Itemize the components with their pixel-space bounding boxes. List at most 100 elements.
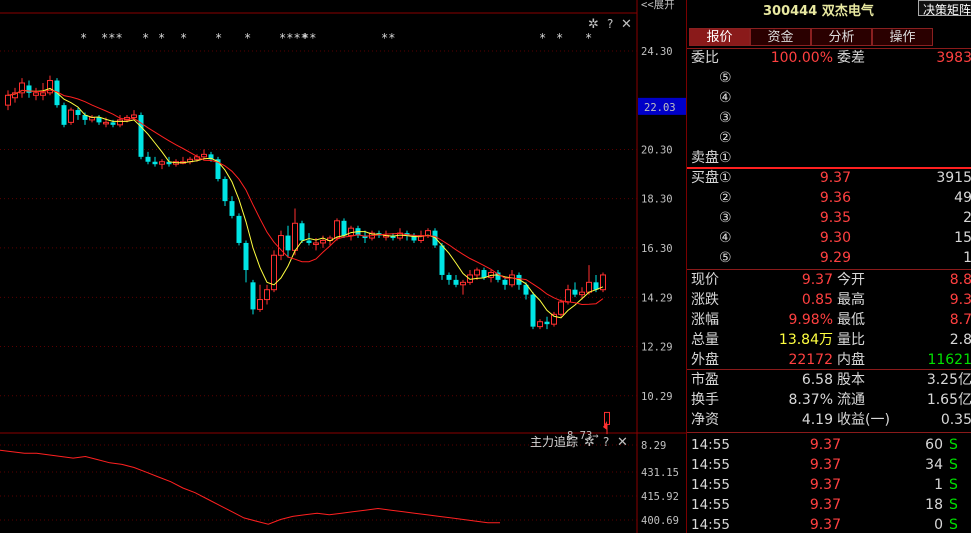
candle-body [537,321,543,328]
star-mark: * [180,31,187,45]
buy-volume: 15 [954,230,971,246]
y-tick-label: 24.30 [641,46,673,58]
quote-label-2: 最低 [837,312,865,328]
kline-chart[interactable]: 24.30 22.03 20.30 18.30 16.30 14.29 12.29 10.29… [0,0,686,533]
tab-analysis[interactable]: 分析 [811,28,872,46]
tab-operate[interactable]: 操作 [872,28,933,46]
tick-time: 14:55 [691,457,730,473]
tick-price: 9.37 [809,457,841,473]
buy-label: 买盘 [691,170,719,186]
sell-level-3: ③ [719,110,732,126]
candle-body [222,178,228,202]
stock-code: 300444 [763,4,818,19]
stock-name: 双杰电气 [821,4,874,19]
tick-volume: 18 [925,497,943,513]
candle-body [467,274,473,283]
fund-label: 换手 [691,392,719,408]
sell-level-5: ⑤ [719,70,732,86]
candle-body [243,242,249,271]
buy-volume: 3915 [936,170,971,186]
candle-body [292,222,298,251]
tick-time: 14:55 [691,437,730,453]
panel-tabs: 报价 资金 分析 操作 [689,28,933,46]
buy-level-5: ⑤ [719,250,732,266]
buy-volume: 2 [887,208,971,228]
decision-matrix-button[interactable]: 决策矩阵 [918,0,971,17]
buy-price: 9.37 [819,170,851,186]
buy-price: 9.36 [819,190,851,206]
tick-price: 9.37 [809,477,841,493]
tick-volume: 60 [925,437,943,453]
tick-side: S [949,497,958,513]
quote-label: 总量 [691,332,719,348]
y-tick-label: 20.30 [641,144,673,156]
quote-panel: 300444 双杰电气 决策矩阵 报价 资金 分析 操作 委比 100.00% 委差… [686,0,971,533]
candle-body [558,301,564,315]
candle-body [26,85,32,93]
tick-price: 9.37 [809,517,841,533]
candle-body [201,153,207,158]
quote-label: 外盘 [691,352,719,368]
tick-side: S [949,477,958,493]
candle-body [33,92,39,96]
fund-label-2: 流通 [837,392,865,408]
candle-body [117,119,123,126]
candle-body [460,281,466,286]
indicator-y-tick: 400.69 [641,515,679,527]
candle-body [229,201,235,216]
candle-body [96,117,102,123]
tick-side: S [949,437,958,453]
tick-time: 14:55 [691,497,730,513]
buy-price: 9.30 [819,230,851,246]
candle-body [306,240,312,243]
candle-body [145,156,151,162]
indicator-y-tick: 431.15 [641,467,679,479]
indicator-gear-icon[interactable]: ✲ [584,435,595,450]
star-mark: * [158,31,165,45]
y-tick-label: 18.30 [641,194,673,206]
close-icon[interactable]: ✕ [621,17,632,32]
fund-value: 6.58 [801,372,833,388]
quote-value: 9.98% [788,312,833,328]
tick-volume: 1 [934,477,943,493]
candle-body [131,114,137,118]
candle-body [299,223,305,241]
star-mark: * [142,31,149,45]
stock-title: 300444 双杰电气 [763,0,874,19]
quote-label-2: 内盘 [837,352,865,368]
star-mark: * [80,31,87,45]
quote-label-2: 最高 [837,292,865,308]
fund-label: 市盈 [691,372,719,388]
candle-body [572,289,578,295]
y-tick-label: 16.30 [641,243,673,255]
quote-value: 0.85 [801,292,833,308]
indicator-help-icon[interactable]: ? [603,435,609,449]
quote-value: 22172 [788,352,833,368]
indicator-close-icon[interactable]: ✕ [617,435,628,450]
candle-body [285,235,291,251]
candle-body [159,161,165,165]
help-icon[interactable]: ? [607,17,613,31]
candle-body [586,281,592,293]
quote-value: 9.37 [801,272,833,288]
buy-level-4: ④ [719,230,732,246]
tab-quote[interactable]: 报价 [689,28,750,46]
y-tick-label: 10.29 [641,391,673,403]
candle-body [236,215,242,243]
y-tick-label: 12.29 [641,342,673,354]
buy-price: 9.29 [819,250,851,266]
candle-body [61,105,67,125]
candle-body [334,220,340,239]
fund-label-2: 收益(一) [837,412,890,428]
expand-link[interactable]: <<展开 [641,0,675,11]
candle-body [446,274,452,280]
candle-body [75,110,81,115]
sell-level-1: ① [719,150,732,166]
tab-funds[interactable]: 资金 [750,28,811,46]
candle-body [68,109,74,123]
gear-icon[interactable]: ✲ [588,17,599,32]
candle-body [40,92,46,96]
candle-body [544,321,550,325]
candle-body [530,294,536,327]
candle-body [110,122,116,125]
